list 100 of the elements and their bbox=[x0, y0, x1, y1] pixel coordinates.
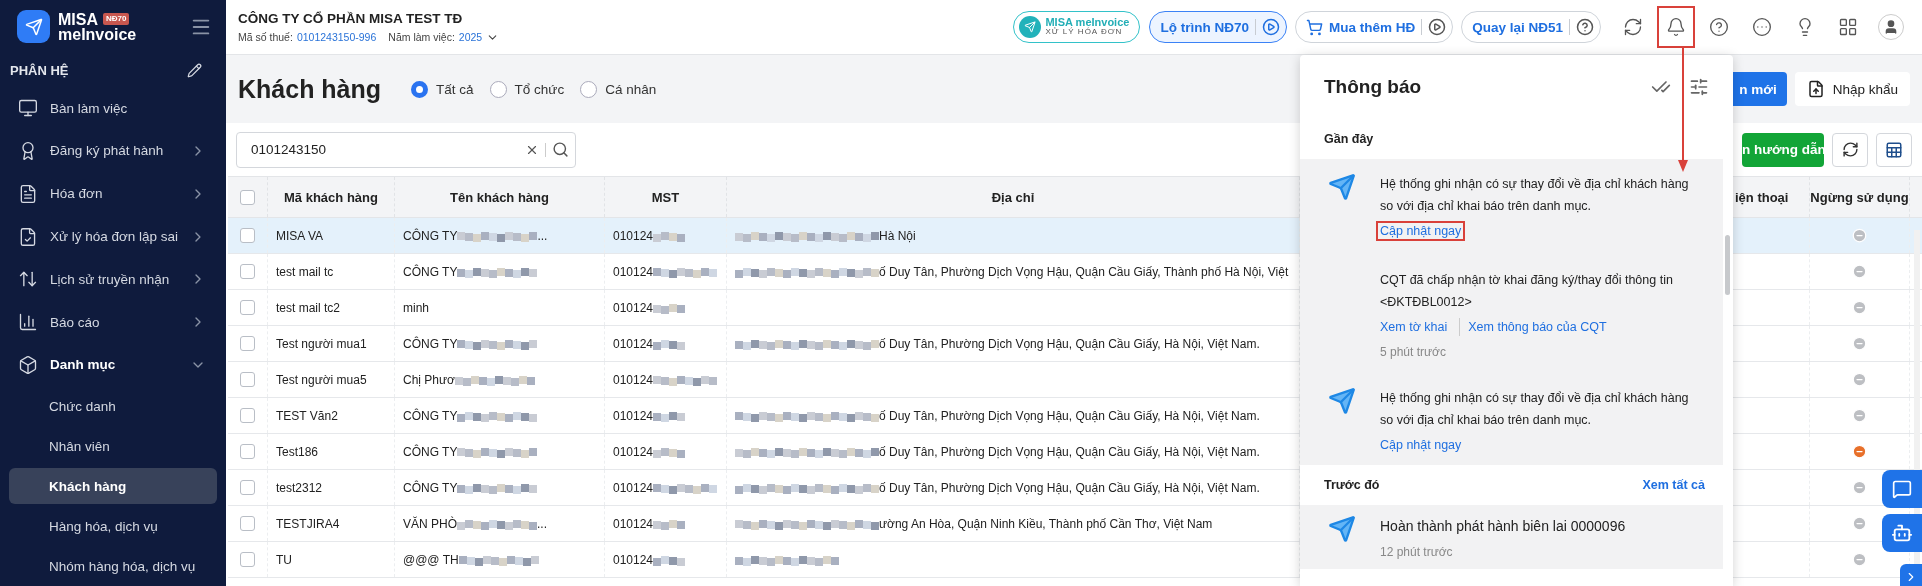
table-cell: test2312 bbox=[268, 470, 395, 505]
row-checkbox[interactable] bbox=[240, 408, 255, 423]
sidebar-subitem[interactable]: Hàng hóa, dịch vụ bbox=[9, 508, 217, 545]
help-icon bbox=[1576, 18, 1594, 36]
cell-text: VĂN PHÒ bbox=[403, 516, 457, 531]
company-name: CÔNG TY CỔ PHẦN MISA TEST TĐ bbox=[238, 10, 464, 26]
chat-button[interactable] bbox=[1882, 470, 1922, 508]
notification-item[interactable]: Hoàn thành phát hành biên lai 0000096 12 phút trước bbox=[1300, 505, 1723, 569]
row-checkbox[interactable] bbox=[240, 552, 255, 567]
cell-text: 010124 bbox=[613, 516, 654, 531]
column-header[interactable]: MST bbox=[605, 177, 727, 217]
notification-item[interactable]: Hệ thống ghi nhận có sự thay đổi về địa chỉ khách hàng so với địa chỉ khai báo trên danh mục. Cập nhật ngay bbox=[1300, 369, 1723, 465]
cell-text: CÔNG TY bbox=[403, 228, 458, 243]
sidebar-item[interactable]: Báo cáo bbox=[0, 300, 226, 344]
cell-text: 010124 bbox=[613, 372, 654, 387]
filter-radio[interactable]: Tất cả bbox=[411, 80, 474, 98]
table-cell: Test186 bbox=[268, 434, 395, 469]
header-pill-button[interactable]: Mua thêm HĐ bbox=[1294, 11, 1454, 43]
excel-button[interactable] bbox=[1876, 132, 1912, 167]
notification-link[interactable]: Xem thông báo của CQT bbox=[1464, 317, 1611, 337]
chat-icon bbox=[1892, 479, 1912, 499]
sidebar-item[interactable]: Danh mục bbox=[0, 343, 226, 387]
table-cell: Test người mua1 bbox=[268, 326, 395, 361]
view-all-link[interactable]: Xem tất cả bbox=[1642, 478, 1705, 492]
version-badge: NĐ70 bbox=[103, 13, 130, 26]
sidebar-item[interactable]: Hóa đơn bbox=[0, 172, 226, 216]
tax-code: 0101243150-996 bbox=[296, 31, 377, 43]
sidebar-subitem[interactable]: Nhân viên bbox=[9, 428, 217, 465]
cell-text: 010124 bbox=[613, 444, 654, 459]
document-icon bbox=[18, 183, 38, 204]
cell-text: ường An Hòa, Quận Ninh Kiều, Thành phố Cần Thơ, Việt Nam bbox=[879, 516, 1213, 531]
box-icon bbox=[18, 354, 38, 375]
sidebar-item[interactable]: Xử lý hóa đơn lập sai bbox=[0, 215, 226, 258]
column-header[interactable]: Tên khách hàng bbox=[395, 177, 605, 217]
sidebar-subitem[interactable]: Chức danh bbox=[9, 388, 217, 425]
panel-title: Thông báo bbox=[1324, 76, 1423, 98]
row-checkbox[interactable] bbox=[240, 228, 255, 243]
grid-icon bbox=[1838, 17, 1858, 37]
table-cell: TEST Văn2 bbox=[268, 398, 395, 433]
cart-icon bbox=[1305, 18, 1323, 36]
notification-text: CQT đã chấp nhận tờ khai đăng ký/thay đổi thông tin <ĐKTĐBL0012> bbox=[1380, 272, 1674, 311]
bell-button[interactable] bbox=[1657, 6, 1695, 48]
sidebar-item[interactable]: Lịch sử truyền nhận bbox=[0, 257, 226, 301]
ellipsis: ... bbox=[537, 228, 548, 243]
row-checkbox[interactable] bbox=[240, 300, 255, 315]
row-checkbox[interactable] bbox=[240, 444, 255, 459]
notification-text: Hệ thống ghi nhận có sự thay đổi về địa chỉ khách hàng so với địa chỉ khai báo trên danh mục. bbox=[1380, 390, 1690, 429]
filter-radio[interactable]: Cá nhân bbox=[580, 80, 657, 98]
row-checkbox[interactable] bbox=[240, 480, 255, 495]
notification-link[interactable]: Xem tờ khai bbox=[1376, 317, 1452, 337]
row-checkbox[interactable] bbox=[240, 336, 255, 351]
notification-link[interactable]: Cập nhật ngay bbox=[1376, 435, 1466, 455]
refresh-button[interactable] bbox=[1832, 132, 1868, 167]
cell-text: 010124 bbox=[613, 480, 654, 495]
cell-text: 010124 bbox=[613, 408, 654, 423]
cell-text: ố Duy Tân, Phường Dịch Vọng Hậu, Quận Cầu Giấy, Hà Nội, Việt Nam. bbox=[879, 408, 1260, 423]
section-heading: PHÂN HỆ bbox=[10, 62, 69, 78]
sidebar-item[interactable]: Đăng ký phát hành bbox=[0, 129, 226, 173]
cell-text: 010124 bbox=[613, 552, 654, 567]
notification-item[interactable]: CQT đã chấp nhận tờ khai đăng ký/thay đổi thông tin <ĐKTĐBL0012> Xem tờ khai Xem thông báo của CQT 5 phút trước bbox=[1300, 251, 1723, 369]
assistant-button[interactable] bbox=[1882, 514, 1922, 552]
import-button[interactable]: Nhập khẩu bbox=[1794, 72, 1910, 106]
search-field[interactable]: 0101243150 bbox=[236, 131, 576, 168]
cell-text: CÔNG TY bbox=[403, 480, 458, 495]
bell-icon bbox=[1666, 17, 1686, 37]
filter-radio[interactable]: Tổ chức bbox=[489, 80, 565, 98]
search-icon[interactable] bbox=[552, 141, 569, 158]
select-all-checkbox[interactable] bbox=[240, 189, 255, 205]
spreadsheet-icon bbox=[1885, 140, 1903, 159]
refresh-icon bbox=[1841, 141, 1859, 158]
expand-button[interactable] bbox=[1900, 564, 1922, 586]
column-header[interactable]: Ngừng sử dụng bbox=[1810, 177, 1910, 217]
sidebar-subitem[interactable]: Khách hàng bbox=[9, 468, 217, 505]
play-icon bbox=[1261, 18, 1280, 36]
table-cell: TU bbox=[268, 542, 395, 577]
cell-text: 010124 bbox=[613, 300, 654, 315]
table-cell: test mail tc2 bbox=[268, 290, 395, 325]
cell-text: Hà Nội bbox=[879, 228, 916, 243]
row-checkbox[interactable] bbox=[240, 372, 255, 387]
notification-item[interactable]: Hệ thống ghi nhận có sự thay đổi về địa chỉ khách hàng so với địa chỉ khai báo trên danh mục. Cập nhật ngay bbox=[1300, 159, 1723, 251]
header-pill-button[interactable]: Lộ trình NĐ70 bbox=[1149, 11, 1287, 43]
page-title: Khách hàng bbox=[238, 74, 382, 104]
header-pill-button[interactable]: Quay lại NĐ51 bbox=[1461, 11, 1601, 43]
row-checkbox[interactable] bbox=[240, 264, 255, 279]
table-cell: MISA VA bbox=[268, 218, 395, 253]
cell-text: CÔNG TY bbox=[403, 336, 458, 351]
edit-icon[interactable] bbox=[187, 62, 202, 78]
sidebar-subitem[interactable]: Nhóm hàng hóa, dịch vụ bbox=[9, 548, 217, 585]
column-header[interactable]: Mã khách hàng bbox=[268, 177, 395, 217]
section-heading: Trước đó bbox=[1324, 478, 1380, 492]
row-checkbox[interactable] bbox=[240, 516, 255, 531]
sidebar-item[interactable]: Bàn làm việc bbox=[0, 86, 226, 130]
cell-text: 010124 bbox=[613, 264, 654, 279]
settings-icon[interactable] bbox=[1689, 77, 1709, 97]
logo-icon bbox=[17, 10, 50, 44]
notification-link[interactable]: Cập nhật ngay bbox=[1376, 221, 1466, 241]
year-dropdown[interactable]: 2025 bbox=[458, 31, 483, 43]
cell-text: ố Duy Tân, Phường Dịch Vọng Hậu, Quận Cầu Giấy, Hà Nội, Việt Nam. bbox=[879, 336, 1260, 351]
upload-icon bbox=[1806, 80, 1825, 98]
monitor-icon bbox=[18, 98, 38, 119]
